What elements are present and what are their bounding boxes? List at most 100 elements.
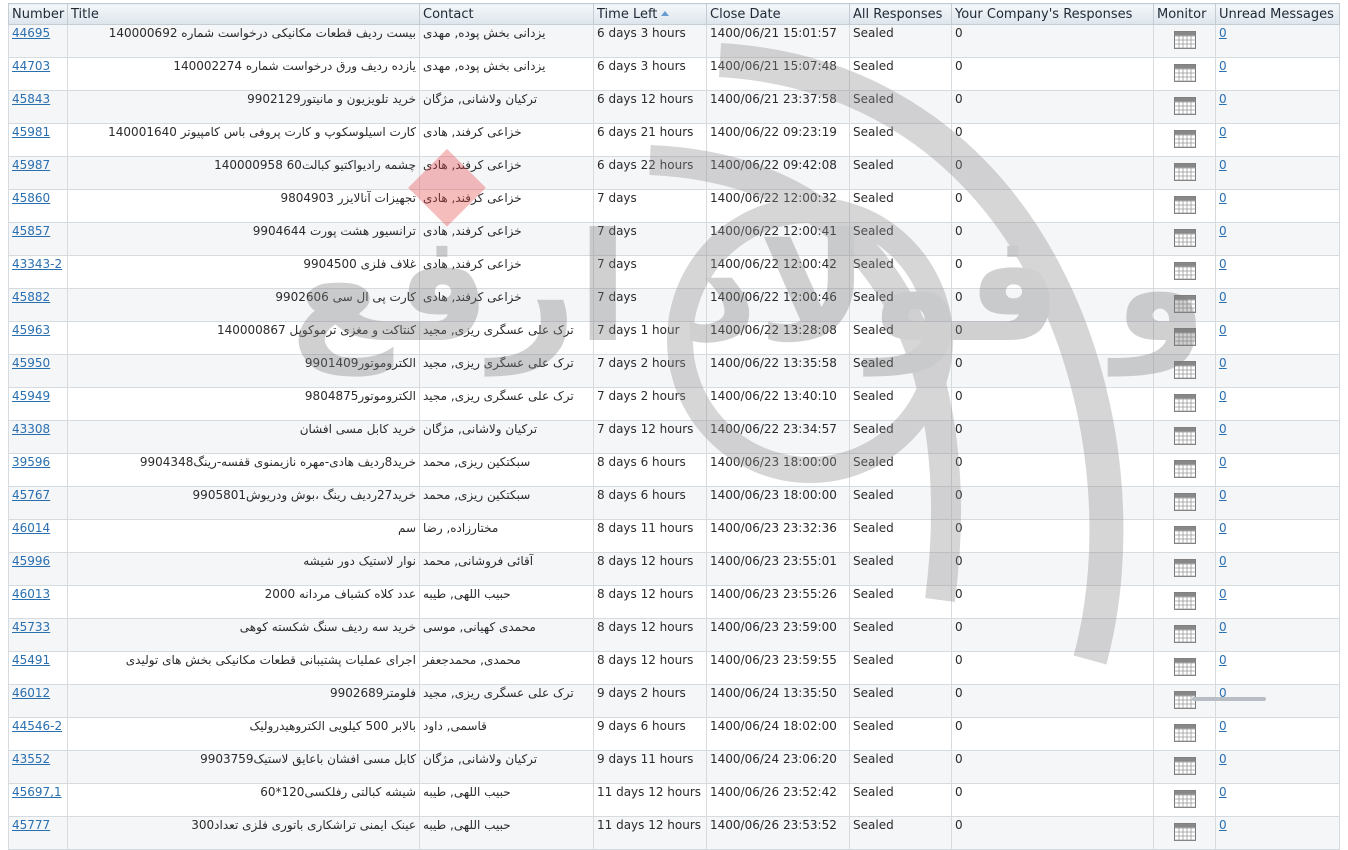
calendar-grid-icon[interactable] xyxy=(1173,361,1196,382)
number-link[interactable]: 43343-2 xyxy=(12,257,62,271)
number-link[interactable]: 46014 xyxy=(12,521,50,535)
col-header-time-left[interactable]: Time Left xyxy=(593,3,707,25)
col-header-close-date[interactable]: Close Date xyxy=(706,3,850,25)
unread-messages-link[interactable]: 0 xyxy=(1219,620,1227,634)
unread-messages-link[interactable]: 0 xyxy=(1219,191,1227,205)
unread-messages-link[interactable]: 0 xyxy=(1219,488,1227,502)
calendar-grid-icon[interactable] xyxy=(1173,229,1196,250)
col-header-number[interactable]: Number xyxy=(8,3,68,25)
unread-messages-link[interactable]: 0 xyxy=(1219,554,1227,568)
unread-messages-link[interactable]: 0 xyxy=(1219,257,1227,271)
calendar-grid-icon[interactable] xyxy=(1173,427,1196,448)
calendar-grid-icon[interactable] xyxy=(1173,724,1196,745)
calendar-grid-icon[interactable] xyxy=(1173,163,1196,184)
unread-messages-link[interactable]: 0 xyxy=(1219,785,1227,799)
calendar-grid-icon[interactable] xyxy=(1173,31,1196,52)
col-header-company-responses[interactable]: Your Company's Responses xyxy=(951,3,1154,25)
col-header-contact[interactable]: Contact xyxy=(419,3,594,25)
time-left-cell: 7 days 1 hour xyxy=(593,321,707,355)
unread-messages-link[interactable]: 0 xyxy=(1219,752,1227,766)
monitor-cell xyxy=(1153,684,1216,718)
number-link[interactable]: 45777 xyxy=(12,818,50,832)
col-header-all-responses[interactable]: All Responses xyxy=(849,3,952,25)
calendar-grid-icon[interactable] xyxy=(1173,64,1196,85)
unread-messages-link[interactable]: 0 xyxy=(1219,587,1227,601)
unread-messages-link[interactable]: 0 xyxy=(1219,125,1227,139)
number-link[interactable]: 45491 xyxy=(12,653,50,667)
number-link[interactable]: 45963 xyxy=(12,323,50,337)
calendar-grid-icon[interactable] xyxy=(1173,757,1196,778)
calendar-grid-icon[interactable] xyxy=(1173,460,1196,481)
number-link[interactable]: 43308 xyxy=(12,422,50,436)
number-link[interactable]: 45857 xyxy=(12,224,50,238)
number-link[interactable]: 45996 xyxy=(12,554,50,568)
number-link[interactable]: 46012 xyxy=(12,686,50,700)
unread-messages-link[interactable]: 0 xyxy=(1219,92,1227,106)
unread-messages-link[interactable]: 0 xyxy=(1219,59,1227,73)
number-link[interactable]: 45860 xyxy=(12,191,50,205)
unread-messages-link[interactable]: 0 xyxy=(1219,158,1227,172)
number-cell: 44703 xyxy=(8,57,68,91)
close-date-cell: 1400/06/22 12:00:32 xyxy=(706,189,850,223)
unread-messages-link[interactable]: 0 xyxy=(1219,290,1227,304)
unread-cell: 0 xyxy=(1215,651,1340,685)
number-link[interactable]: 45767 xyxy=(12,488,50,502)
calendar-grid-icon[interactable] xyxy=(1173,295,1196,316)
number-link[interactable]: 45950 xyxy=(12,356,50,370)
unread-messages-link[interactable]: 0 xyxy=(1219,224,1227,238)
number-link[interactable]: 45987 xyxy=(12,158,50,172)
calendar-grid-icon[interactable] xyxy=(1173,262,1196,283)
calendar-grid-icon[interactable] xyxy=(1173,658,1196,679)
calendar-grid-icon[interactable] xyxy=(1173,625,1196,646)
number-link[interactable]: 45882 xyxy=(12,290,50,304)
unread-messages-link[interactable]: 0 xyxy=(1219,455,1227,469)
time-left-cell: 8 days 12 hours xyxy=(593,552,707,586)
number-cell: 44695 xyxy=(8,24,68,58)
col-header-title[interactable]: Title xyxy=(67,3,420,25)
calendar-grid-icon[interactable] xyxy=(1173,394,1196,415)
unread-messages-link[interactable]: 0 xyxy=(1219,422,1227,436)
time-left-cell: 9 days 11 hours xyxy=(593,750,707,784)
unread-messages-link[interactable]: 0 xyxy=(1219,389,1227,403)
calendar-grid-icon[interactable] xyxy=(1173,493,1196,514)
time-left-cell: 8 days 6 hours xyxy=(593,453,707,487)
calendar-grid-icon[interactable] xyxy=(1173,790,1196,811)
unread-messages-link[interactable]: 0 xyxy=(1219,323,1227,337)
calendar-grid-icon[interactable] xyxy=(1173,130,1196,151)
unread-messages-link[interactable]: 0 xyxy=(1219,521,1227,535)
unread-messages-link[interactable]: 0 xyxy=(1219,356,1227,370)
unread-messages-link[interactable]: 0 xyxy=(1219,719,1227,733)
number-link[interactable]: 45733 xyxy=(12,620,50,634)
horizontal-scrollbar[interactable] xyxy=(1192,697,1266,701)
calendar-grid-icon[interactable] xyxy=(1173,559,1196,580)
time-left-cell: 7 days xyxy=(593,222,707,256)
number-cell: 45981 xyxy=(8,123,68,157)
all-responses-cell: Sealed xyxy=(849,189,952,223)
number-link[interactable]: 45697,1 xyxy=(12,785,62,799)
close-date-cell: 1400/06/22 12:00:41 xyxy=(706,222,850,256)
number-link[interactable]: 44695 xyxy=(12,26,50,40)
number-link[interactable]: 43552 xyxy=(12,752,50,766)
number-link[interactable]: 44546-2 xyxy=(12,719,62,733)
calendar-grid-icon[interactable] xyxy=(1173,526,1196,547)
calendar-grid-icon[interactable] xyxy=(1173,196,1196,217)
number-link[interactable]: 44703 xyxy=(12,59,50,73)
calendar-grid-icon[interactable] xyxy=(1173,592,1196,613)
number-link[interactable]: 45949 xyxy=(12,389,50,403)
unread-messages-link[interactable]: 0 xyxy=(1219,818,1227,832)
number-link[interactable]: 45981 xyxy=(12,125,50,139)
unread-messages-link[interactable]: 0 xyxy=(1219,653,1227,667)
table-row: 45733 خرید سه ردیف سنگ شکسته کوهی محمدی که… xyxy=(8,618,1340,652)
number-link[interactable]: 39596 xyxy=(12,455,50,469)
number-cell: 45963 xyxy=(8,321,68,355)
unread-messages-link[interactable]: 0 xyxy=(1219,26,1227,40)
calendar-grid-icon[interactable] xyxy=(1173,97,1196,118)
time-left-cell: 7 days xyxy=(593,189,707,223)
monitor-cell xyxy=(1153,123,1216,157)
number-link[interactable]: 46013 xyxy=(12,587,50,601)
number-link[interactable]: 45843 xyxy=(12,92,50,106)
calendar-grid-icon[interactable] xyxy=(1173,691,1196,712)
calendar-grid-icon[interactable] xyxy=(1173,328,1196,349)
calendar-grid-icon[interactable] xyxy=(1173,823,1196,844)
title-cell: چشمه رادیواکتیو کبالت60 140000958 xyxy=(67,156,420,190)
